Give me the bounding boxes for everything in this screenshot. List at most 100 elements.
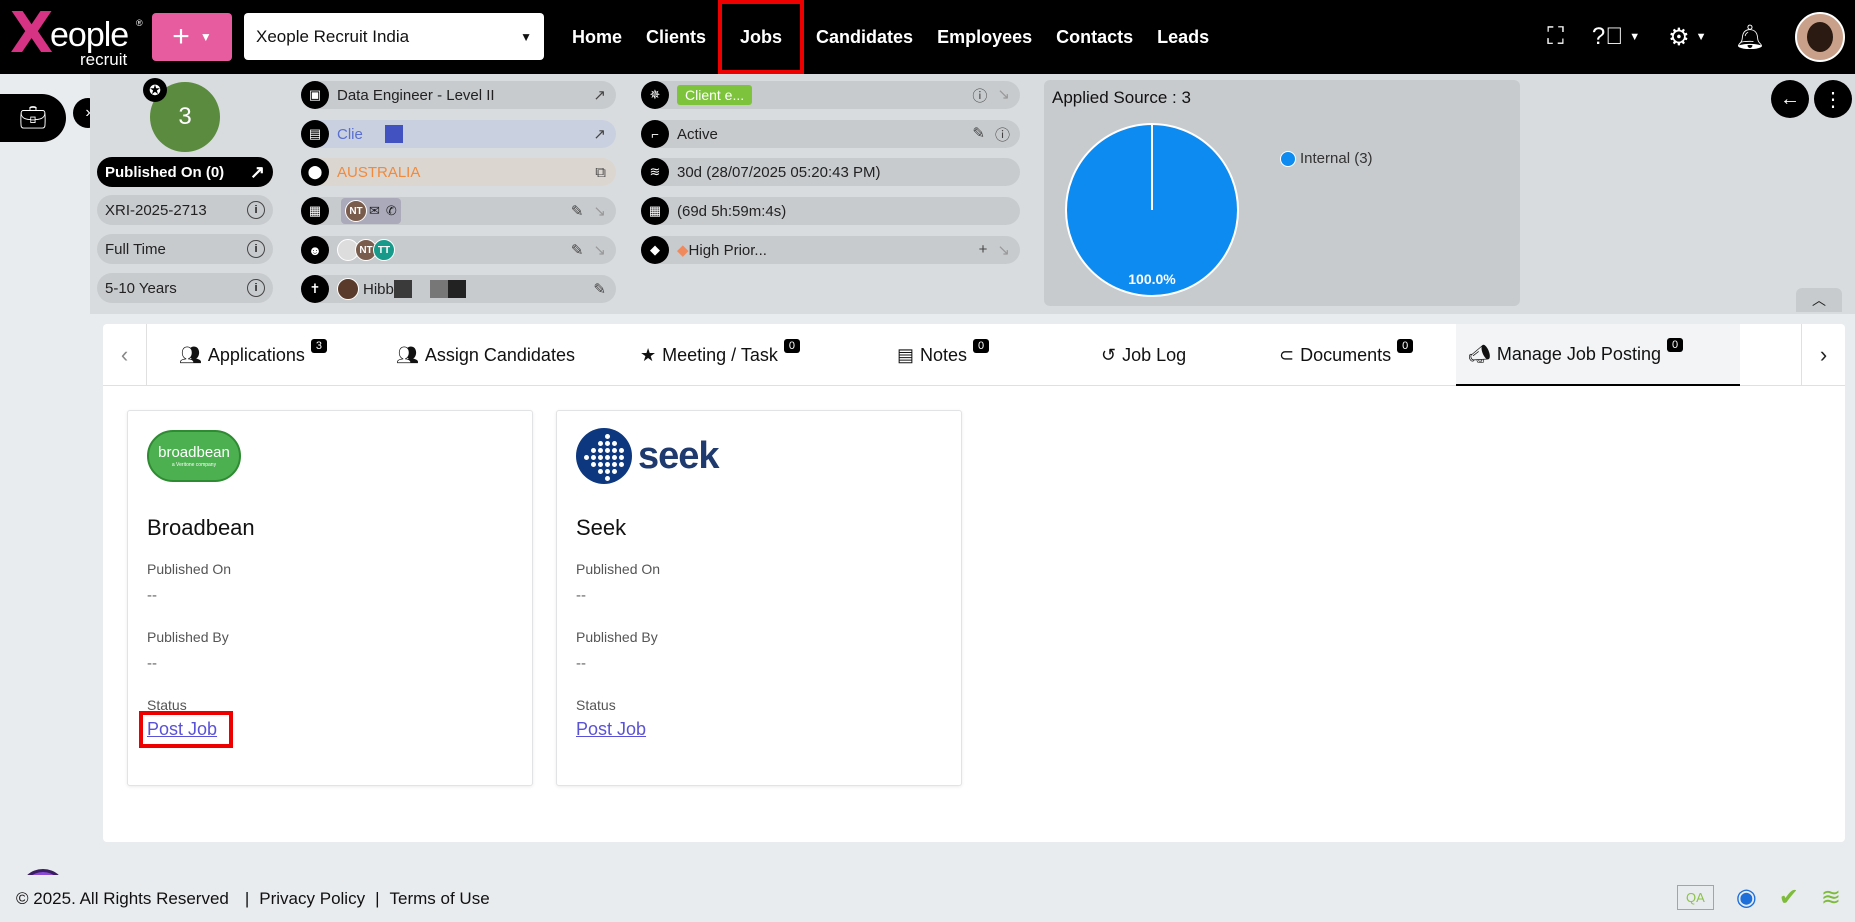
nav-employees[interactable]: Employees bbox=[925, 0, 1044, 74]
tab-label: Notes bbox=[920, 344, 968, 365]
footer-separator: | bbox=[244, 888, 250, 908]
team-icon: ☻ bbox=[301, 236, 329, 264]
tab-manage-job-posting[interactable]: 📣︎ Manage Job Posting 0 bbox=[1456, 324, 1740, 386]
pencil-icon[interactable]: ✎ bbox=[593, 280, 606, 298]
logo-registered-mark: ® bbox=[136, 18, 143, 28]
pencil-icon[interactable]: ✎ bbox=[571, 202, 584, 220]
job-code-pill: XRI-2025-2713 i bbox=[97, 195, 273, 225]
info-icon[interactable]: i bbox=[247, 240, 265, 258]
pencil-icon[interactable]: ✎ bbox=[571, 241, 584, 259]
tab-label: Assign Candidates bbox=[424, 344, 575, 365]
legend-label: Internal (3) bbox=[1300, 150, 1373, 167]
info-icon[interactable]: ⓘ bbox=[972, 85, 987, 106]
seek-logo-dot bbox=[598, 469, 603, 474]
arrow-up-right-icon[interactable]: ↗ bbox=[593, 86, 606, 104]
info-icon[interactable]: i bbox=[247, 201, 265, 219]
lines-icon: ≋ bbox=[641, 158, 669, 186]
tab-assign-candidates[interactable]: 👥︎ Assign Candidates bbox=[396, 324, 575, 386]
back-arrow-button[interactable]: ← bbox=[1771, 80, 1809, 118]
collapse-panel-button[interactable]: ︿ bbox=[1796, 288, 1842, 312]
pie-chart: 100.0% bbox=[1065, 123, 1239, 297]
users-icon: 👥︎ bbox=[179, 344, 202, 365]
user-avatar[interactable] bbox=[1795, 12, 1845, 62]
nav-jobs[interactable]: Jobs bbox=[718, 0, 805, 74]
nav-clients[interactable]: Clients bbox=[634, 0, 718, 74]
applied-source-chart: Applied Source : 3 100.0% Internal (3) bbox=[1044, 80, 1520, 306]
nav-home[interactable]: Home bbox=[560, 0, 634, 74]
info-icon[interactable]: i bbox=[247, 279, 265, 297]
help-menu[interactable]: ?⃝ ▼ bbox=[1592, 23, 1640, 51]
job-type-pill: Full Time i bbox=[97, 234, 273, 264]
arrow-up-right-icon[interactable]: ↗ bbox=[593, 125, 606, 143]
id-badge-icon: ▦ bbox=[301, 197, 329, 225]
status-stairs-icon: ⌐ bbox=[641, 120, 669, 148]
time-remaining: (69d 5h:59m:4s) bbox=[677, 202, 787, 220]
nav-candidates[interactable]: Candidates bbox=[804, 0, 925, 74]
more-options-button[interactable]: ⋮ bbox=[1814, 80, 1852, 118]
arrow-down-right-icon[interactable]: ↘ bbox=[997, 85, 1010, 106]
settings-menu[interactable]: ⚙ ▼ bbox=[1668, 23, 1706, 52]
seek-logo-dot bbox=[619, 448, 624, 453]
user-circle-icon[interactable]: ◉ bbox=[1736, 883, 1757, 912]
client-status-chip: Client e... bbox=[677, 85, 753, 105]
tag-icon: ◆ bbox=[677, 242, 689, 259]
plus-icon: + bbox=[172, 20, 190, 53]
logo-subtext: recruit bbox=[80, 50, 128, 69]
tag-icon: ◆ bbox=[641, 236, 669, 264]
footer: © 2025. All Rights Reserved | Privacy Po… bbox=[0, 875, 1855, 922]
quick-add-button[interactable]: + ▼ bbox=[152, 13, 232, 61]
seek-logo-text: seek bbox=[638, 434, 720, 477]
top-navbar: X eople ® recruit + ▼ Xeople Recruit Ind… bbox=[0, 0, 1855, 74]
bell-icon[interactable]: 🔔︎ bbox=[1735, 23, 1765, 52]
user-plus-icon: 👥︎ bbox=[396, 344, 419, 365]
tab-count-badge: 0 bbox=[1666, 338, 1684, 352]
info-icon[interactable]: ⓘ bbox=[995, 124, 1010, 145]
tab-job-log[interactable]: ↺ Job Log bbox=[1101, 324, 1186, 386]
tab-meeting-task[interactable]: ★ Meeting / Task 0 bbox=[640, 324, 800, 386]
company-select[interactable]: Xeople Recruit India ▼ bbox=[244, 13, 544, 60]
owner-field: ✝ Hibb ✎ bbox=[301, 275, 616, 303]
xeople-logo[interactable]: X eople ® recruit bbox=[10, 6, 143, 70]
history-icon: ↺ bbox=[1101, 344, 1117, 365]
tab-notes[interactable]: ▤ Notes 0 bbox=[897, 324, 990, 386]
tab-scroll-left-button[interactable]: ‹ bbox=[103, 324, 147, 386]
contact-chip[interactable]: NT ✉ ✆ bbox=[341, 198, 401, 224]
client-field: ▤ Clie ↗ bbox=[301, 120, 616, 148]
external-link-icon[interactable]: ⧉ bbox=[595, 164, 606, 181]
briefcase-icon[interactable]: 💼︎ bbox=[0, 94, 66, 142]
phone-icon[interactable]: ✆ bbox=[386, 203, 397, 219]
job-title-field: ▣ Data Engineer - Level II ↗ bbox=[301, 81, 616, 109]
arrow-down-right-icon[interactable]: ↘ bbox=[593, 202, 606, 220]
privacy-policy-link[interactable]: Privacy Policy bbox=[259, 889, 365, 909]
mail-icon[interactable]: ✉ bbox=[369, 203, 380, 219]
job-code: XRI-2025-2713 bbox=[105, 201, 207, 219]
plus-icon[interactable]: + bbox=[979, 241, 988, 259]
client-name[interactable]: Clie bbox=[337, 126, 363, 143]
experience: 5-10 Years bbox=[105, 279, 177, 297]
published-on-value: -- bbox=[147, 587, 157, 604]
posting-card-seek: seek Seek Published On -- Published By -… bbox=[556, 410, 962, 786]
seek-logo: seek bbox=[576, 428, 720, 484]
pie-data-label: 100.0% bbox=[1128, 271, 1176, 287]
seek-logo-dot bbox=[612, 462, 617, 467]
arrow-down-right-icon[interactable]: ↘ bbox=[997, 241, 1010, 259]
job-detail-card: ‹ 👥︎ Applications 3 👥︎ Assign Candidates… bbox=[103, 324, 1845, 842]
seek-logo-dot bbox=[591, 455, 596, 460]
pencil-icon[interactable]: ✎ bbox=[972, 124, 985, 145]
arrow-down-right-icon[interactable]: ↘ bbox=[593, 241, 606, 259]
published-on-label: Published On (0) bbox=[105, 163, 225, 181]
post-job-link-broadbean[interactable]: Post Job bbox=[138, 711, 234, 748]
seek-logo-dot bbox=[598, 462, 603, 467]
job-title: Data Engineer - Level II bbox=[337, 86, 495, 104]
fullscreen-icon[interactable]: ⛶ bbox=[1547, 23, 1564, 51]
published-on-button[interactable]: Published On (0) ↗ bbox=[97, 157, 273, 187]
post-job-link-seek[interactable]: Post Job bbox=[576, 719, 646, 740]
seek-logo-dot bbox=[598, 441, 603, 446]
tab-documents[interactable]: ⊂ Documents 0 bbox=[1279, 324, 1414, 386]
nav-contacts[interactable]: Contacts bbox=[1044, 0, 1145, 74]
posting-site-name: Seek bbox=[576, 515, 627, 540]
tab-applications[interactable]: 👥︎ Applications 3 bbox=[179, 324, 328, 386]
tab-scroll-right-button[interactable]: › bbox=[1801, 324, 1845, 386]
nav-leads[interactable]: Leads bbox=[1145, 0, 1221, 74]
terms-of-use-link[interactable]: Terms of Use bbox=[390, 889, 490, 909]
